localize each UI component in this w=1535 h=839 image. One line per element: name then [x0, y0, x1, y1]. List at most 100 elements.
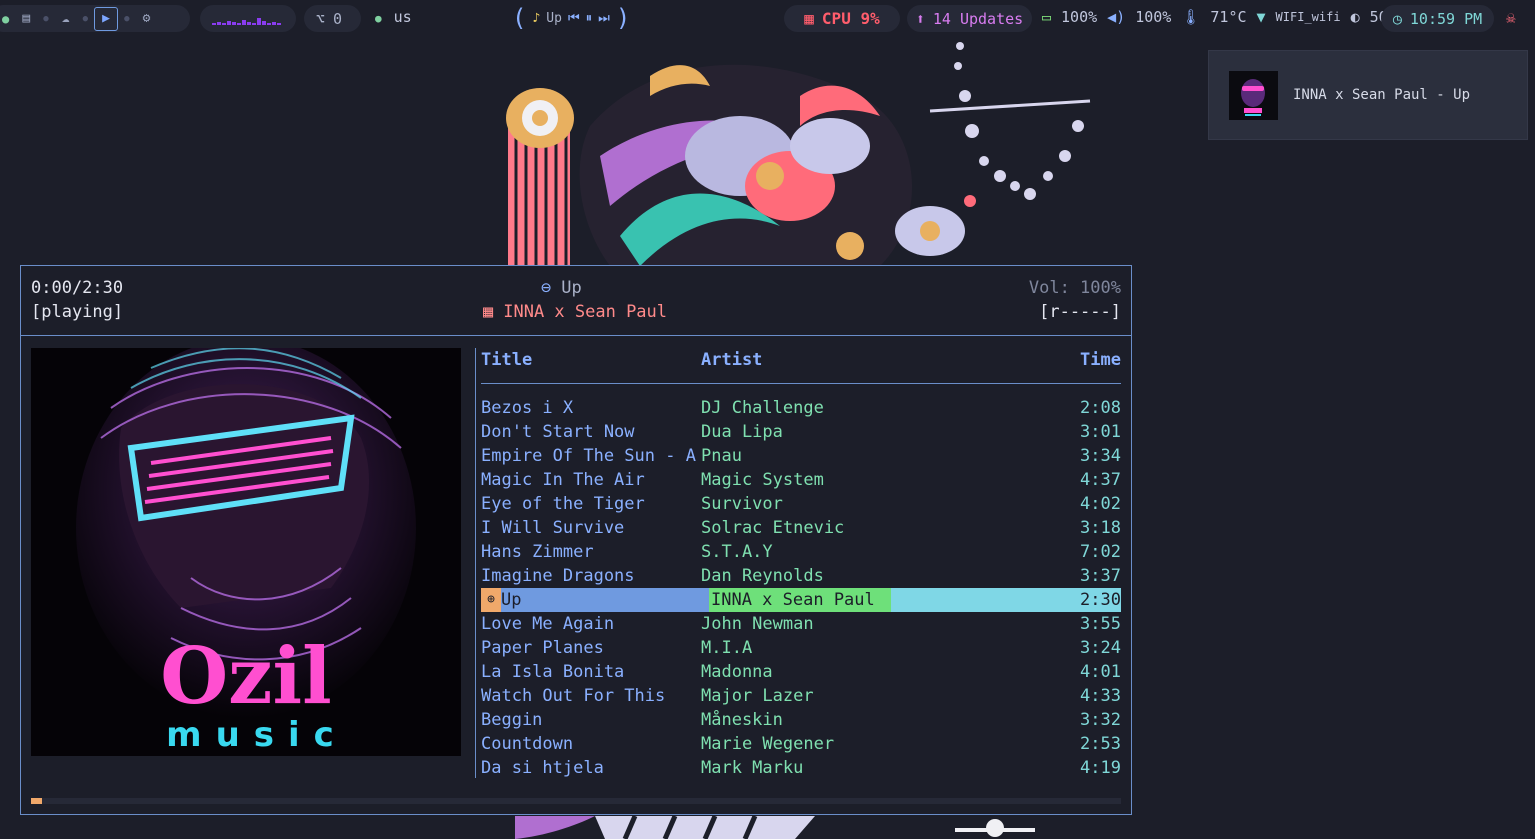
track-title: Imagine Dragons — [481, 566, 635, 586]
github-widget[interactable]: ⌥ 0 — [304, 5, 361, 32]
playlist-row[interactable]: Magic In The Air Magic System 4:37 — [481, 468, 1121, 492]
playlist-row[interactable]: Da si htjela Mark Marku 4:19 — [481, 756, 1121, 780]
playlist-row[interactable]: I Will Survive Solrac Etnevic 3:18 — [481, 516, 1121, 540]
temperature-value: 71°C — [1210, 8, 1247, 26]
track-duration: 2:53 — [1080, 734, 1121, 754]
track-duration: 3:37 — [1080, 566, 1121, 586]
track-duration: 3:55 — [1080, 614, 1121, 634]
playlist-row[interactable]: Bezos i X DJ Challenge 2:08 — [481, 396, 1121, 420]
track-title: Watch Out For This — [481, 686, 666, 706]
playlist-row[interactable]: Paper Planes M.I.A 3:24 — [481, 636, 1121, 660]
layout-label: us — [393, 8, 412, 26]
keyboard-layout[interactable]: ● us — [375, 8, 412, 26]
track-artist: John Newman — [701, 614, 814, 634]
visualizer-bars — [212, 17, 281, 25]
youtube-icon[interactable]: ▶ — [94, 6, 119, 31]
skull-icon[interactable]: ☠ — [1506, 8, 1516, 27]
track-artist: DJ Challenge — [701, 398, 824, 418]
playback-flags: [r-----] — [1039, 302, 1121, 322]
column-time[interactable]: Time — [1080, 350, 1121, 370]
album-thumbnail — [1229, 71, 1278, 120]
clock-widget[interactable]: ◷ 10:59 PM — [1381, 5, 1494, 32]
track-artist: Major Lazer — [701, 686, 814, 706]
track-artist: INNA x Sean Paul — [711, 590, 875, 610]
wallpaper-pillar — [506, 88, 574, 266]
clock-icon: ◷ — [1392, 9, 1402, 28]
paren-left: ( — [512, 4, 527, 32]
track-duration: 4:37 — [1080, 470, 1121, 490]
next-icon[interactable]: ⏭ — [598, 11, 610, 26]
track-artist: Dan Reynolds — [701, 566, 824, 586]
gear-icon[interactable]: ⚙ — [136, 8, 158, 30]
header-divider — [21, 335, 1131, 336]
playlist-row[interactable]: Eye of the Tiger Survivor 4:02 — [481, 492, 1121, 516]
track-artist: Pnau — [701, 446, 742, 466]
track-artist: Dua Lipa — [701, 422, 783, 442]
playlist-row[interactable]: Empire Of The Sun - A Pnau 3:34 — [481, 444, 1121, 468]
track-artist: Solrac Etnevic — [701, 518, 845, 538]
playlist-row[interactable]: La Isla Bonita Madonna 4:01 — [481, 660, 1121, 684]
playlist-row[interactable]: Beggin Måneskin 3:32 — [481, 708, 1121, 732]
workspace-dot[interactable]: ● — [43, 14, 48, 24]
column-artist[interactable]: Artist — [701, 350, 762, 370]
workspace-dot[interactable]: ● — [83, 14, 88, 24]
clock-time: 10:59 PM — [1409, 9, 1483, 28]
playlist-row[interactable]: Hans Zimmer S.T.A.Y 7:02 — [481, 540, 1121, 564]
cpu-label: CPU 9% — [821, 9, 880, 28]
workspace-dot[interactable]: ● — [2, 12, 9, 26]
track-title: Hans Zimmer — [481, 542, 594, 562]
wifi-icon[interactable]: ▼ — [1257, 8, 1266, 26]
status-bar: ● ▤ ● ☁ ● ▶ ● ⚙ ⌥ 0 ● us (♪ Up ⏮ ⏸ ⏭) … — [0, 0, 1535, 36]
playlist: Bezos i X DJ Challenge 2:08 Don't Start Now… — [481, 396, 1121, 780]
playlist-row[interactable]: Imagine Dragons Dan Reynolds 3:37 — [481, 564, 1121, 588]
track-artist: Magic System — [701, 470, 824, 490]
track-title: Paper Planes — [481, 638, 604, 658]
battery-value: 100% — [1061, 8, 1098, 26]
track-title: Magic In The Air — [481, 470, 645, 490]
column-title[interactable]: Title — [481, 350, 532, 370]
progress-bar[interactable] — [31, 798, 1121, 804]
chat-icon[interactable]: ☁ — [55, 8, 77, 30]
volume-value[interactable]: 100% — [1135, 8, 1171, 26]
playlist-row-selected[interactable]: ⊕ Up INNA x Sean Paul 2:30 — [481, 588, 1121, 612]
album-thumbnail-art — [1229, 71, 1278, 120]
cpu-widget[interactable]: ▦ CPU 9% — [784, 5, 900, 32]
github-count: 0 — [333, 9, 343, 28]
volume-readout: Vol: 100% — [1028, 278, 1121, 298]
track-title: Empire Of The Sun - A — [481, 446, 696, 466]
music-player-window[interactable]: 0:00/2:30 [playing] ⊖ Up ▦ INNA x Sean Pau… — [20, 265, 1132, 815]
track-title: Beggin — [481, 710, 543, 730]
system-tray: ▭ 100% ◀) 100% 🌡 71°C ▼ WIFI_wifi ◐ 50% — [1042, 8, 1397, 26]
playlist-row[interactable]: Don't Start Now Dua Lipa 3:01 — [481, 420, 1121, 444]
updates-widget[interactable]: ⬆ 14 Updates — [907, 5, 1032, 32]
thermometer-icon: 🌡 — [1181, 8, 1201, 26]
wifi-name[interactable]: WIFI_wifi — [1276, 10, 1341, 24]
track-title: I Will Survive — [481, 518, 625, 538]
notification-popup[interactable]: INNA x Sean Paul - Up — [1208, 50, 1528, 140]
album-cover: Ozil music — [31, 348, 461, 756]
track-title: Bezos i X — [481, 398, 574, 418]
book-icon[interactable]: ▤ — [15, 8, 37, 30]
playlist-row[interactable]: Countdown Marie Wegener 2:53 — [481, 732, 1121, 756]
wallpaper-beads — [929, 42, 1091, 207]
header-underline — [481, 383, 1121, 384]
playlist-row[interactable]: Watch Out For This Major Lazer 4:33 — [481, 684, 1121, 708]
elapsed-time: 0:00/2:30 — [31, 278, 124, 298]
previous-icon[interactable]: ⏮ — [568, 11, 580, 26]
track-title: Countdown — [481, 734, 574, 754]
track-duration: 7:02 — [1080, 542, 1121, 562]
track-title: Up — [501, 590, 522, 610]
arrow-up-circle-icon: ⬆ — [915, 9, 925, 28]
music-note-icon: ♪ — [532, 10, 541, 26]
track-artist: Marie Wegener — [701, 734, 835, 754]
playlist-row[interactable]: Love Me Again John Newman 3:55 — [481, 612, 1121, 636]
workspace-dot[interactable]: ● — [124, 14, 129, 24]
now-playing-artist-text: INNA x Sean Paul — [503, 302, 668, 322]
layout-dot-icon: ● — [375, 12, 382, 25]
track-duration: 4:33 — [1080, 686, 1121, 706]
pause-icon[interactable]: ⏸ — [586, 11, 593, 26]
track-artist: S.T.A.Y — [701, 542, 773, 562]
pane-divider — [475, 348, 476, 778]
volume-icon[interactable]: ◀) — [1107, 8, 1125, 26]
now-playing-title-text: Up — [561, 278, 582, 298]
